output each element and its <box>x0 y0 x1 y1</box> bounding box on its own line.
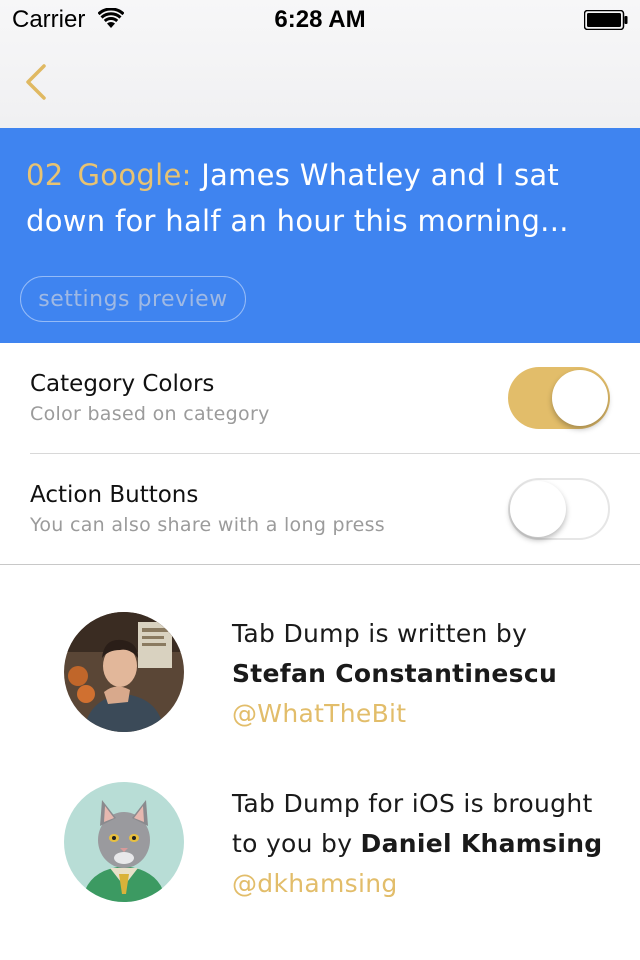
setting-title: Category Colors <box>30 371 215 397</box>
cat-avatar-icon <box>64 782 184 902</box>
setting-row-action-buttons: Action Buttons You can also share with a… <box>0 454 640 564</box>
credit-author: Tab Dump is written by Stefan Constantin… <box>0 608 640 738</box>
credit-line: Tab Dump is written by <box>232 619 528 648</box>
status-bar: Carrier 6:28 AM <box>0 0 640 40</box>
category-colors-toggle[interactable] <box>508 367 610 429</box>
setting-subtitle: Color based on category <box>30 403 270 425</box>
action-buttons-toggle[interactable] <box>508 478 610 540</box>
navigation-bar: Carrier 6:28 AM <box>0 0 640 128</box>
toggle-knob <box>510 481 566 537</box>
divider <box>0 564 640 565</box>
person-avatar-icon <box>64 612 184 732</box>
twitter-handle-link[interactable]: @WhatTheBit <box>232 694 612 734</box>
toggle-knob <box>552 370 608 426</box>
settings-preview-button[interactable]: settings preview <box>20 276 246 322</box>
setting-row-category-colors: Category Colors Color based on category <box>0 343 640 453</box>
battery-icon <box>584 10 628 30</box>
credit-text: Tab Dump for iOS is brought to you by Da… <box>232 784 612 904</box>
credit-name: Daniel Khamsing <box>360 829 603 858</box>
setting-title: Action Buttons <box>30 482 199 508</box>
item-category: Google: <box>77 158 192 192</box>
preview-headline: 02 Google: James Whatley and I sat down f… <box>26 152 616 244</box>
avatar <box>64 782 184 902</box>
clock: 6:28 AM <box>274 6 366 33</box>
twitter-handle-link[interactable]: @dkhamsing <box>232 864 612 904</box>
credit-text: Tab Dump is written by Stefan Constantin… <box>232 614 612 734</box>
preview-card: 02 Google: James Whatley and I sat down f… <box>0 128 640 343</box>
credit-developer: Tab Dump for iOS is brought to you by Da… <box>0 778 640 908</box>
avatar <box>64 612 184 732</box>
item-number: 02 <box>26 158 64 192</box>
setting-subtitle: You can also share with a long press <box>30 514 385 536</box>
chevron-left-icon[interactable] <box>22 62 50 102</box>
credit-name: Stefan Constantinescu <box>232 659 558 688</box>
